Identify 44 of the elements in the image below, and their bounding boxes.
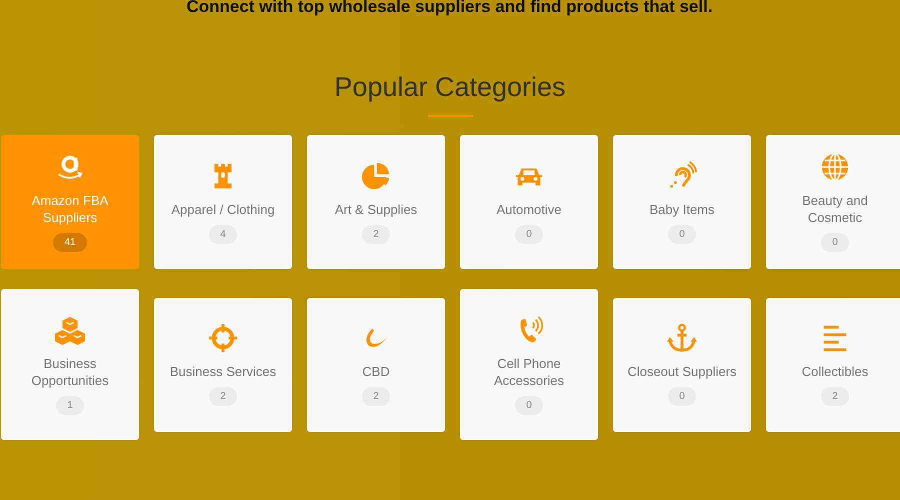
anchor-icon: [667, 323, 697, 353]
category-label: Amazon FBA Suppliers: [30, 192, 110, 226]
count-badge: 1: [56, 396, 84, 414]
category-card[interactable]: CBD 2: [307, 298, 445, 432]
category-card[interactable]: Apparel / Clothing 4: [154, 135, 292, 269]
count-badge: 0: [515, 224, 543, 244]
category-card[interactable]: Cell Phone Accessories 0: [460, 289, 598, 440]
category-label: Beauty and Cosmetic: [801, 192, 869, 226]
category-card[interactable]: Art & Supplies 2: [307, 135, 445, 269]
category-label: Art & Supplies: [334, 200, 418, 218]
category-label: Apparel / Clothing: [171, 200, 275, 218]
count-badge: 2: [209, 387, 237, 406]
category-label: Collectibles: [802, 363, 868, 380]
category-card[interactable]: Automotive 0: [460, 135, 598, 269]
count-badge: 0: [821, 233, 849, 252]
category-label: Baby Items: [649, 200, 715, 218]
category-card[interactable]: Collectibles 2: [766, 298, 900, 432]
title-underline: [428, 115, 472, 117]
category-label: Business Services: [170, 363, 276, 380]
count-badge: 41: [53, 233, 87, 252]
category-label: Automotive: [496, 200, 562, 218]
category-card[interactable]: Beauty and Cosmetic 0: [766, 135, 900, 269]
category-card[interactable]: Amazon FBA Suppliers 41: [1, 135, 139, 269]
count-badge: 0: [515, 396, 543, 414]
section-title: Popular Categories: [334, 74, 566, 101]
count-badge: 2: [362, 387, 390, 406]
category-card[interactable]: Business Services 2: [154, 298, 292, 432]
count-badge: 2: [821, 387, 849, 406]
count-badge: 0: [668, 387, 696, 406]
category-card[interactable]: Business Opportunities 1: [1, 289, 139, 440]
category-card[interactable]: Closeout Suppliers 0: [613, 298, 751, 432]
category-label: Business Opportunities: [30, 354, 110, 388]
tagline: Connect with top wholesale suppliers and find products that sell.: [186, 0, 713, 15]
category-card[interactable]: Baby Items 0: [613, 135, 751, 269]
count-badge: 0: [668, 224, 696, 244]
category-label: CBD: [362, 363, 390, 380]
globe-icon: [820, 152, 850, 182]
category-label: Closeout Suppliers: [627, 363, 737, 380]
count-badge: 2: [362, 224, 390, 244]
count-badge: 4: [209, 224, 237, 244]
pie-chart-icon: [361, 160, 391, 190]
cubes-icon: [55, 314, 85, 344]
category-label: Cell Phone Accessories: [492, 354, 566, 388]
crosshair-icon: [208, 323, 238, 353]
